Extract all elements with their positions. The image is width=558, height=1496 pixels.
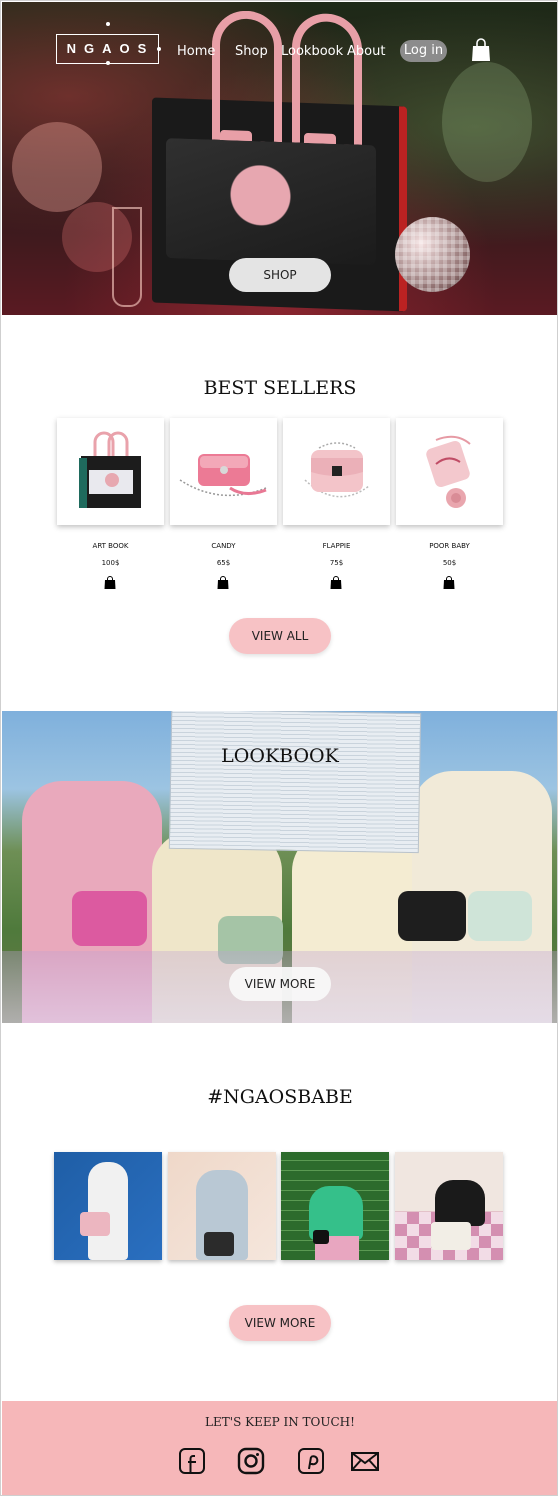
product-card-flappie[interactable] <box>283 418 390 525</box>
brand-logo[interactable]: NGAOS <box>56 22 161 65</box>
hero-champagne-glass <box>112 207 142 307</box>
product-price: 65$ <box>216 559 231 567</box>
product-price: 75$ <box>329 559 344 567</box>
ngaosbabe-photo[interactable] <box>168 1152 276 1260</box>
product-name: POOR BABY <box>429 542 470 550</box>
logo-dot <box>106 61 110 65</box>
login-button[interactable]: Log in <box>400 40 447 62</box>
product-image-candy <box>179 454 267 497</box>
photo-bag <box>313 1230 329 1244</box>
product-image-poor-baby <box>426 435 471 508</box>
product-image-flappie <box>304 442 370 498</box>
hero-bokeh <box>442 62 532 182</box>
bag-artwork <box>166 138 376 266</box>
product-name: ART BOOK <box>92 542 129 550</box>
footer-title: LET'S KEEP IN TOUCH! <box>205 1415 355 1429</box>
page: NGAOS Home Shop Lookbook About Log in SH… <box>0 0 558 1496</box>
best-sellers-title: BEST SELLERS <box>203 377 357 399</box>
bag-strap <box>292 12 362 145</box>
hero-disco-ball <box>395 217 470 292</box>
logo-dot <box>106 22 110 26</box>
ngaosbabe-view-more-button[interactable]: VIEW MORE <box>229 1305 331 1341</box>
hero-bokeh <box>12 122 102 212</box>
shop-button[interactable]: SHOP <box>229 258 331 292</box>
lookbook-view-more-button[interactable]: VIEW MORE <box>229 967 331 1001</box>
ngaosbabe-photo[interactable] <box>395 1152 503 1260</box>
brand-logo-text: NGAOS <box>66 41 155 56</box>
nav-shop[interactable]: Shop <box>235 44 268 59</box>
view-all-button[interactable]: VIEW ALL <box>229 618 331 654</box>
bag-strap <box>212 9 282 143</box>
ngaosbabe-photo[interactable] <box>281 1152 389 1260</box>
ngaosbabe-photo[interactable] <box>54 1152 162 1260</box>
product-card-art-book[interactable] <box>57 418 164 525</box>
shopping-bag-icon[interactable] <box>471 38 491 62</box>
pinterest-icon[interactable] <box>297 1447 325 1475</box>
lookbook-title: LOOKBOOK <box>221 745 339 767</box>
ngaosbabe-title: #NGAOSBABE <box>207 1086 353 1108</box>
product-card-candy[interactable] <box>170 418 277 525</box>
product-price: 100$ <box>101 559 120 567</box>
photo-model <box>435 1180 485 1226</box>
lookbook-bag <box>468 891 532 941</box>
add-to-cart-icon[interactable] <box>217 576 229 589</box>
product-name: FLAPPIE <box>322 542 351 550</box>
nav-home[interactable]: Home <box>177 44 215 59</box>
photo-bag <box>204 1232 234 1256</box>
add-to-cart-icon[interactable] <box>443 576 455 589</box>
lookbook-newspaper <box>168 711 422 854</box>
photo-bag <box>431 1222 471 1250</box>
product-price: 50$ <box>442 559 457 567</box>
nav-lookbook[interactable]: Lookbook <box>281 44 343 59</box>
photo-model <box>88 1162 128 1260</box>
instagram-icon[interactable] <box>237 1447 265 1475</box>
mail-icon[interactable] <box>350 1447 380 1475</box>
lookbook-bag <box>72 891 147 946</box>
product-name: CANDY <box>211 542 236 550</box>
add-to-cart-icon[interactable] <box>330 576 342 589</box>
product-card-poor-baby[interactable] <box>396 418 503 525</box>
lookbook-bag <box>398 891 466 941</box>
logo-dot <box>157 47 161 51</box>
facebook-icon[interactable] <box>178 1447 206 1475</box>
add-to-cart-icon[interactable] <box>104 576 116 589</box>
nav-about[interactable]: About <box>347 44 385 59</box>
photo-bag <box>80 1212 110 1236</box>
product-image-art-book <box>79 431 141 508</box>
